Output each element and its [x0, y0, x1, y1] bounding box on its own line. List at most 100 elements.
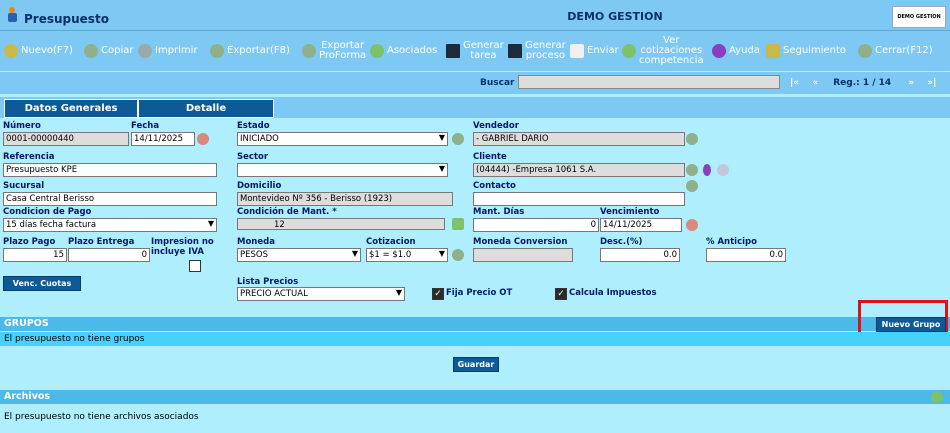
archivos-header: Archivos	[0, 390, 950, 404]
copy-icon	[84, 44, 98, 58]
calendar-icon[interactable]	[686, 219, 698, 231]
help-icon	[712, 44, 726, 58]
moneda-conversion-label: Moneda Conversion	[473, 237, 568, 247]
estado-history-icon[interactable]	[452, 133, 464, 145]
next-record-button[interactable]: »	[908, 78, 914, 88]
lista-precios-select[interactable]: PRECIO ACTUAL ▼	[237, 287, 405, 301]
export-proforma-icon	[302, 44, 316, 58]
chevron-down-icon: ▼	[207, 219, 214, 228]
vencimiento-field[interactable]: 14/11/2025	[600, 218, 682, 232]
add-file-icon[interactable]	[931, 391, 943, 403]
sector-label: Sector	[237, 152, 269, 162]
sucursal-label: Sucursal	[3, 181, 45, 191]
calcula-impuestos-checkbox[interactable]: ✓	[555, 288, 567, 300]
tab-datos-generales[interactable]: Datos Generales	[4, 99, 138, 118]
exportar-proforma-button[interactable]: Exportar ProForma	[302, 31, 366, 71]
descuento-label: Desc.(%)	[600, 237, 643, 247]
generar-proceso-button[interactable]: Generar proceso	[508, 31, 566, 71]
estado-select[interactable]: INICIADO ▼	[237, 132, 448, 146]
export-icon	[210, 44, 224, 58]
cliente-label: Cliente	[473, 152, 507, 162]
toolbar: Nuevo(F7) Copiar Imprimir Exportar(F8) E…	[0, 31, 950, 71]
vendedor-label: Vendedor	[473, 121, 519, 131]
moneda-label: Moneda	[237, 237, 275, 247]
first-record-button[interactable]: |«	[790, 78, 799, 88]
search-input[interactable]	[518, 75, 780, 89]
magnifier-icon[interactable]	[717, 164, 729, 176]
domicilio-field[interactable]: Montevideo Nº 356 - Berisso (1923)	[237, 192, 453, 206]
sucursal-field[interactable]: Casa Central Berisso	[3, 192, 217, 206]
cliente-field[interactable]: (04444) -Empresa 1061 S.A.	[473, 163, 685, 177]
mant-dias-label: Mant. Días	[473, 207, 525, 217]
cotizacion-refresh-icon[interactable]	[452, 249, 464, 261]
venc-cuotas-button[interactable]: Venc. Cuotas	[3, 276, 81, 291]
plazo-pago-field[interactable]: 15	[3, 248, 67, 262]
ver-cotizaciones-button[interactable]: Ver cotizaciones competencia	[622, 31, 704, 71]
condicion-mant-label: Condición de Mant. *	[237, 207, 337, 217]
mant-dias-field[interactable]: 0	[473, 218, 599, 232]
tracking-icon	[766, 44, 780, 58]
copiar-button[interactable]: Copiar	[84, 31, 133, 71]
anticipo-field[interactable]: 0.0	[706, 248, 786, 262]
enviar-button[interactable]: Enviar	[570, 31, 619, 71]
chevron-down-icon: ▼	[438, 164, 445, 173]
cotizacion-select[interactable]: $1 = $1.0 ▼	[366, 248, 448, 262]
fija-precio-checkbox[interactable]: ✓	[432, 288, 444, 300]
condicion-mant-field[interactable]: 12	[237, 218, 445, 230]
seguimiento-button[interactable]: Seguimiento	[766, 31, 846, 71]
printer-icon	[138, 44, 152, 58]
asociados-icon	[370, 44, 384, 58]
exportar-button[interactable]: Exportar(F8)	[210, 31, 290, 71]
cliente-info-icon[interactable]	[703, 164, 711, 176]
filter-icon[interactable]	[452, 218, 464, 230]
last-record-button[interactable]: »|	[927, 78, 936, 88]
contacto-field[interactable]	[473, 192, 685, 206]
record-counter: Reg.: 1 / 14	[833, 78, 892, 88]
vencimiento-label: Vencimiento	[600, 207, 660, 217]
fija-precio-label: Fija Precio OT	[446, 288, 513, 298]
contacto-label: Contacto	[473, 181, 516, 191]
generar-tarea-button[interactable]: Generar tarea	[446, 31, 504, 71]
cerrar-button[interactable]: Cerrar(F12)	[858, 31, 933, 71]
asociados-button[interactable]: Asociados	[370, 31, 437, 71]
process-icon	[508, 44, 522, 58]
task-icon	[446, 44, 460, 58]
guardar-button[interactable]: Guardar	[453, 357, 499, 372]
ayuda-button[interactable]: Ayuda	[712, 31, 760, 71]
archivos-empty-message: El presupuesto no tiene archivos asociad…	[4, 412, 199, 422]
company-logo: DEMO GESTION	[892, 6, 946, 28]
chevron-down-icon: ▼	[438, 133, 445, 142]
send-icon	[570, 44, 584, 58]
moneda-conversion-field[interactable]	[473, 248, 573, 262]
impresion-iva-checkbox[interactable]	[189, 260, 201, 272]
nuevo-button[interactable]: Nuevo(F7)	[4, 31, 73, 71]
impresion-iva-label: Impresion no incluye IVA	[151, 237, 214, 257]
condicion-pago-label: Condicion de Pago	[3, 207, 92, 217]
condicion-pago-select[interactable]: 15 días fecha factura ▼	[3, 218, 217, 232]
compare-icon	[622, 44, 636, 58]
plazo-entrega-field[interactable]: 0	[68, 248, 150, 262]
calcula-impuestos-label: Calcula Impuestos	[569, 288, 657, 298]
fecha-field[interactable]: 14/11/2025	[131, 132, 195, 146]
sector-select[interactable]: ▼	[237, 163, 448, 177]
referencia-field[interactable]: Presupuesto KPE	[3, 163, 217, 177]
lista-precios-label: Lista Precios	[237, 277, 299, 287]
fecha-label: Fecha	[131, 121, 160, 131]
imprimir-button[interactable]: Imprimir	[138, 31, 198, 71]
record-navigation: |« « Reg.: 1 / 14 » »|	[790, 78, 936, 88]
plazo-entrega-label: Plazo Entrega	[68, 237, 135, 247]
descuento-field[interactable]: 0.0	[600, 248, 680, 262]
vendedor-search-icon[interactable]	[686, 133, 698, 145]
moneda-select[interactable]: PESOS ▼	[237, 248, 361, 262]
vendedor-field[interactable]: - GABRIEL DARIO	[473, 132, 685, 146]
calendar-icon[interactable]	[197, 133, 209, 145]
referencia-label: Referencia	[3, 152, 55, 162]
numero-field[interactable]: 0001-00000440	[3, 132, 129, 146]
cotizacion-label: Cotizacion	[366, 237, 416, 247]
contacto-search-icon[interactable]	[686, 180, 698, 192]
prev-record-button[interactable]: «	[812, 78, 818, 88]
chevron-down-icon: ▼	[351, 249, 358, 258]
cliente-search-icon[interactable]	[686, 164, 698, 176]
nuevo-grupo-button[interactable]: Nuevo Grupo	[876, 317, 946, 332]
tab-detalle[interactable]: Detalle	[138, 99, 274, 118]
